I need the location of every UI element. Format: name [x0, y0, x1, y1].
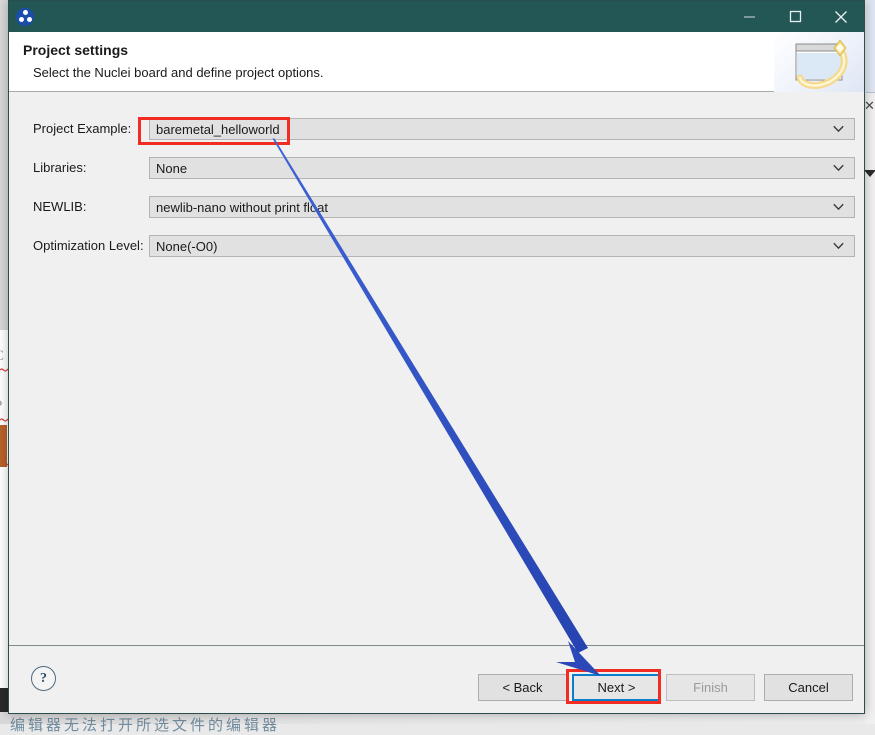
- page-subtitle: Select the Nuclei board and define proje…: [33, 65, 324, 80]
- background-window-right-titlebar: [866, 0, 875, 93]
- nuclei-logo-icon: [16, 8, 34, 26]
- wizard-header: Project settings Select the Nuclei board…: [9, 32, 864, 92]
- background-text-fragment: P: [0, 398, 2, 415]
- cancel-button[interactable]: Cancel: [764, 674, 853, 701]
- form-row-project-example: Project Example: baremetal_helloworld: [9, 118, 864, 140]
- label-newlib: NEWLIB:: [33, 199, 86, 214]
- combo-newlib[interactable]: newlib-nano without print float: [149, 196, 855, 218]
- combo-value-libraries: None: [150, 161, 187, 176]
- wizard-banner-icon: [774, 32, 864, 92]
- background-status-text: 编辑器无法打开所选文件的编辑器: [10, 714, 280, 735]
- background-close-icon: ✕: [864, 98, 875, 114]
- combo-libraries[interactable]: None: [149, 157, 855, 179]
- background-accent-bar: [0, 425, 7, 467]
- label-libraries: Libraries:: [33, 160, 86, 175]
- chevron-down-icon: [833, 126, 844, 133]
- project-settings-dialog: Project settings Select the Nuclei board…: [8, 0, 865, 714]
- background-text-fragment: C: [0, 348, 4, 365]
- window-titlebar: [9, 1, 864, 32]
- label-optimization-level: Optimization Level:: [33, 238, 144, 253]
- next-button[interactable]: Next >: [572, 674, 661, 701]
- label-project-example: Project Example:: [33, 121, 131, 136]
- close-icon: [834, 10, 848, 24]
- form-row-optimization-level: Optimization Level: None(-O0): [9, 235, 864, 257]
- finish-button: Finish: [666, 674, 755, 701]
- chevron-down-icon: [833, 165, 844, 172]
- maximize-button[interactable]: [772, 1, 818, 32]
- combo-value-optimization-level: None(-O0): [150, 239, 217, 254]
- combo-optimization-level[interactable]: None(-O0): [149, 235, 855, 257]
- background-chevron-down-icon: [864, 170, 875, 177]
- form-row-newlib: NEWLIB: newlib-nano without print float: [9, 196, 864, 218]
- maximize-icon: [789, 10, 802, 23]
- back-button[interactable]: < Back: [478, 674, 567, 701]
- combo-value-project-example: baremetal_helloworld: [150, 122, 280, 137]
- settings-form: Project Example: baremetal_helloworld Li…: [9, 93, 864, 646]
- chevron-down-icon: [833, 204, 844, 211]
- form-row-libraries: Libraries: None: [9, 157, 864, 179]
- minimize-icon: [743, 10, 756, 23]
- chevron-down-icon: [833, 243, 844, 250]
- minimize-button[interactable]: [726, 1, 772, 32]
- combo-value-newlib: newlib-nano without print float: [150, 200, 328, 215]
- combo-project-example[interactable]: baremetal_helloworld: [149, 118, 855, 140]
- close-button[interactable]: [818, 1, 864, 32]
- help-button[interactable]: ?: [31, 666, 56, 691]
- page-title: Project settings: [23, 42, 128, 58]
